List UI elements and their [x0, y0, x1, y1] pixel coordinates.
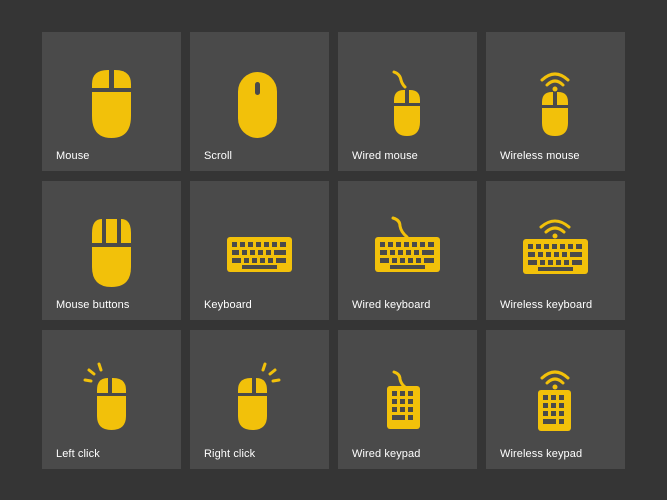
icon-grid: Mouse Scroll Wired mouse Wireless mouse …: [0, 0, 667, 500]
tile-label: Wired keypad: [352, 448, 421, 460]
tile-wireless-mouse[interactable]: Wireless mouse: [486, 32, 625, 171]
tile-wired-keypad[interactable]: Wired keypad: [338, 330, 477, 469]
mouse-buttons-icon: [42, 181, 181, 293]
wireless-keypad-icon: [486, 330, 625, 442]
wireless-keyboard-icon: [486, 181, 625, 293]
right-click-icon: [190, 330, 329, 442]
tile-wireless-keypad[interactable]: Wireless keypad: [486, 330, 625, 469]
tile-mouse[interactable]: Mouse: [42, 32, 181, 171]
wired-keyboard-icon: [338, 181, 477, 293]
tile-wired-keyboard[interactable]: Wired keyboard: [338, 181, 477, 320]
tile-wired-mouse[interactable]: Wired mouse: [338, 32, 477, 171]
tile-left-click[interactable]: Left click: [42, 330, 181, 469]
tile-label: Wireless keypad: [500, 448, 583, 460]
tile-label: Wireless mouse: [500, 150, 580, 162]
tile-wireless-keyboard[interactable]: Wireless keyboard: [486, 181, 625, 320]
tile-scroll[interactable]: Scroll: [190, 32, 329, 171]
mouse-icon: [42, 32, 181, 144]
keyboard-icon: [190, 181, 329, 293]
left-click-icon: [42, 330, 181, 442]
wireless-mouse-icon: [486, 32, 625, 144]
tile-mouse-buttons[interactable]: Mouse buttons: [42, 181, 181, 320]
tile-label: Right click: [204, 448, 256, 460]
tile-right-click[interactable]: Right click: [190, 330, 329, 469]
wired-keypad-icon: [338, 330, 477, 442]
tile-label: Mouse: [56, 150, 90, 162]
tile-label: Mouse buttons: [56, 299, 130, 311]
wired-mouse-icon: [338, 32, 477, 144]
tile-label: Scroll: [204, 150, 233, 162]
tile-label: Left click: [56, 448, 100, 460]
tile-keyboard[interactable]: Keyboard: [190, 181, 329, 320]
mouse-scroll-icon: [190, 32, 329, 144]
tile-label: Wired mouse: [352, 150, 418, 162]
tile-label: Keyboard: [204, 299, 252, 311]
tile-label: Wired keyboard: [352, 299, 431, 311]
tile-label: Wireless keyboard: [500, 299, 593, 311]
